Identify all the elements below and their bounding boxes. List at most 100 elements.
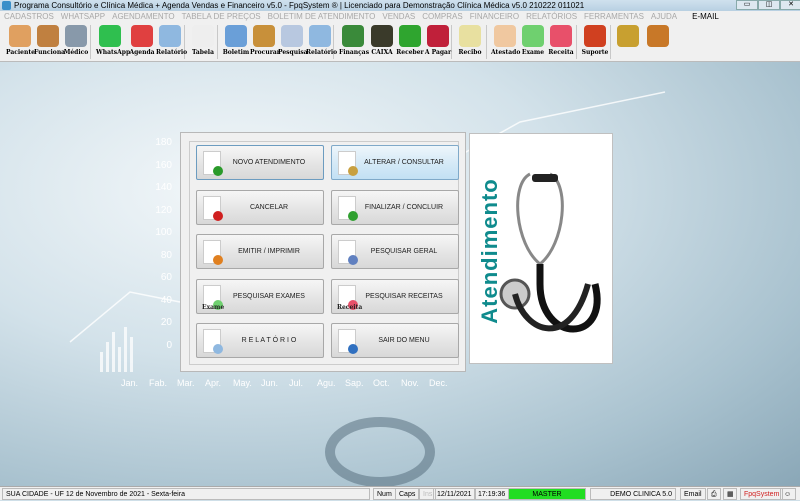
button-icon: [338, 329, 358, 354]
toolbar-icon: [647, 25, 669, 47]
toolbar-icon: [9, 25, 31, 47]
toolbar-separator: [217, 25, 218, 59]
toolbar-icon: [99, 25, 121, 47]
toolbar-button-finanças[interactable]: Finanças: [339, 25, 369, 56]
toolbar-button-receita[interactable]: Receita: [547, 25, 575, 56]
status-company: DEMO CLINICA 5.0: [590, 488, 676, 500]
menu-bar: CADASTROS WHATSAPP AGENDAMENTO TABELA DE PR…: [0, 11, 800, 22]
toolbar-button-item-[interactable]: [614, 25, 642, 49]
button-label: FINALIZAR / CONCLUIR: [364, 203, 444, 211]
printer-icon[interactable]: ⎙: [707, 488, 721, 500]
toolbar-button-boletim[interactable]: Boletim: [222, 25, 250, 56]
toolbar-label: Funciona: [34, 49, 66, 56]
menu-item-vendas[interactable]: VENDAS: [382, 11, 415, 22]
toolbar-icon: [494, 25, 516, 47]
toolbar-button-paciente[interactable]: Paciente: [6, 25, 35, 56]
menu-item-ajuda[interactable]: AJUDA: [651, 11, 677, 22]
toolbar-button-exame[interactable]: Exame: [519, 25, 547, 56]
toolbar-button-médico[interactable]: Médico: [62, 25, 90, 56]
toolbar-button-funciona[interactable]: Funciona: [34, 25, 66, 56]
menu-item-agendamento[interactable]: AGENDAMENTO: [112, 11, 175, 22]
toolbar-label: WhatsApp: [96, 49, 131, 56]
button-alterar-consultar[interactable]: ALTERAR / CONSULTAR: [331, 145, 459, 180]
toolbar-separator: [610, 25, 611, 59]
menu-item-ferramentas[interactable]: FERRAMENTAS: [584, 11, 644, 22]
month-label: Agu.: [317, 378, 336, 388]
menu-item-financeiro[interactable]: FINANCEIRO: [470, 11, 519, 22]
button-finalizar-concluir[interactable]: FINALIZAR / CONCLUIR: [331, 189, 459, 225]
toolbar-icon: [550, 25, 572, 47]
toolbar-button-item-[interactable]: [644, 25, 672, 49]
toolbar-button-agenda[interactable]: Agenda: [128, 25, 156, 56]
button-icon: [338, 240, 358, 265]
toolbar-label: Médico: [63, 49, 89, 56]
month-label: Jan.: [121, 378, 139, 388]
toolbar-button-relatório[interactable]: Relatório: [156, 25, 187, 56]
maximize-button[interactable]: ◫: [758, 0, 780, 10]
toolbar-label: A Pagar: [424, 49, 452, 56]
toolbar-button-caixa[interactable]: CAIXA: [368, 25, 396, 56]
toolbar-icon: [617, 25, 639, 47]
month-label: Jul.: [289, 378, 304, 388]
button-novo-atendimento[interactable]: NOVO ATENDIMENTO: [196, 145, 324, 180]
toolbar-button-tabela[interactable]: Tabela: [189, 25, 217, 56]
y-tick-label: 100: [155, 227, 172, 238]
badge-icon: [348, 166, 358, 176]
toolbar-separator: [90, 25, 91, 59]
button-icon-caption: Receita: [337, 303, 363, 311]
button-cancelar[interactable]: CANCELAR: [196, 189, 324, 225]
toolbar-icon: [371, 25, 393, 47]
button-pesquisar-receitas[interactable]: Receita PESQUISAR RECEITAS: [331, 278, 459, 314]
close-button[interactable]: ✕: [780, 0, 800, 10]
button-label: PESQUISAR RECEITAS: [365, 292, 443, 300]
button-label: PESQUISAR GERAL: [370, 248, 438, 255]
badge-icon: [348, 210, 358, 221]
toolbar-button-a-pagar[interactable]: A Pagar: [424, 25, 452, 56]
email-button[interactable]: Email: [680, 488, 706, 500]
toolbar-icon: [522, 25, 544, 47]
month-label: Apr.: [205, 378, 222, 388]
user-icon[interactable]: ☺: [780, 488, 796, 500]
status-num: Num: [373, 488, 396, 500]
y-tick-label: 40: [160, 294, 172, 306]
toolbar-button-atestado[interactable]: Atestado: [491, 25, 520, 56]
menu-item-compras[interactable]: COMPRAS: [422, 11, 462, 22]
toolbar-label: Recibo: [458, 49, 482, 56]
toolbar-label: Exame: [521, 49, 545, 56]
title-bar: Programa Consultório e Clínica Médica + …: [0, 0, 800, 11]
toolbar-icon: [65, 25, 87, 47]
badge-icon: [213, 344, 223, 354]
menu-item-relat-rios[interactable]: RELATÓRIOS: [526, 11, 577, 22]
toolbar-icon: [342, 25, 364, 47]
menu-item-email[interactable]: E-MAIL: [692, 11, 719, 22]
side-banner: Atendimento: [469, 133, 613, 364]
button-pesquisar-geral[interactable]: PESQUISAR GERAL: [331, 234, 459, 269]
toolbar-button-whatsapp[interactable]: WhatsApp: [96, 25, 131, 56]
toolbar-button-relatório[interactable]: Relatório: [306, 25, 337, 56]
toolbar-button-pesquisa[interactable]: Pesquisa: [278, 25, 308, 56]
button-pesquisar-exames[interactable]: Exame PESQUISAR EXAMES: [196, 278, 324, 314]
menu-item-cadastros[interactable]: CADASTROS: [4, 11, 54, 22]
y-tick-label: 0: [166, 339, 172, 351]
toolbar-label: Pesquisa: [278, 49, 308, 56]
y-tick-label: 60: [160, 272, 172, 283]
toolbar-button-procurar[interactable]: Procurar: [250, 25, 280, 56]
app-icon: [2, 1, 11, 10]
toolbar-button-receber[interactable]: Receber: [396, 25, 424, 56]
toolbar-label: Receita: [548, 49, 574, 56]
button-r-e-l-a-t-ó-r-i-o[interactable]: R E L A T Ó R I O: [196, 323, 324, 358]
menu-item-tabela-de-pre-os[interactable]: TABELA DE PREÇOS: [182, 11, 261, 22]
button-sair-do-menu[interactable]: SAIR DO MENU: [331, 323, 459, 358]
button-icon: [338, 195, 358, 221]
toolbar-button-recibo[interactable]: Recibo: [456, 25, 484, 56]
toolbar-icon: [281, 25, 303, 47]
toolbar-icon: [399, 25, 421, 47]
button-label: EMITIR / IMPRIMIR: [238, 248, 300, 255]
status-caps: Caps: [395, 488, 420, 500]
button-emitir-imprimir[interactable]: EMITIR / IMPRIMIR: [196, 234, 324, 269]
minimize-button[interactable]: ▭: [736, 0, 758, 10]
menu-item-whatsapp[interactable]: WHATSAPP: [61, 11, 105, 22]
menu-item-boletim-de-atendimento[interactable]: BOLETIM DE ATENDIMENTO: [268, 11, 376, 22]
calculator-icon[interactable]: ▦: [723, 488, 737, 500]
toolbar-button-suporte[interactable]: Suporte: [581, 25, 609, 56]
